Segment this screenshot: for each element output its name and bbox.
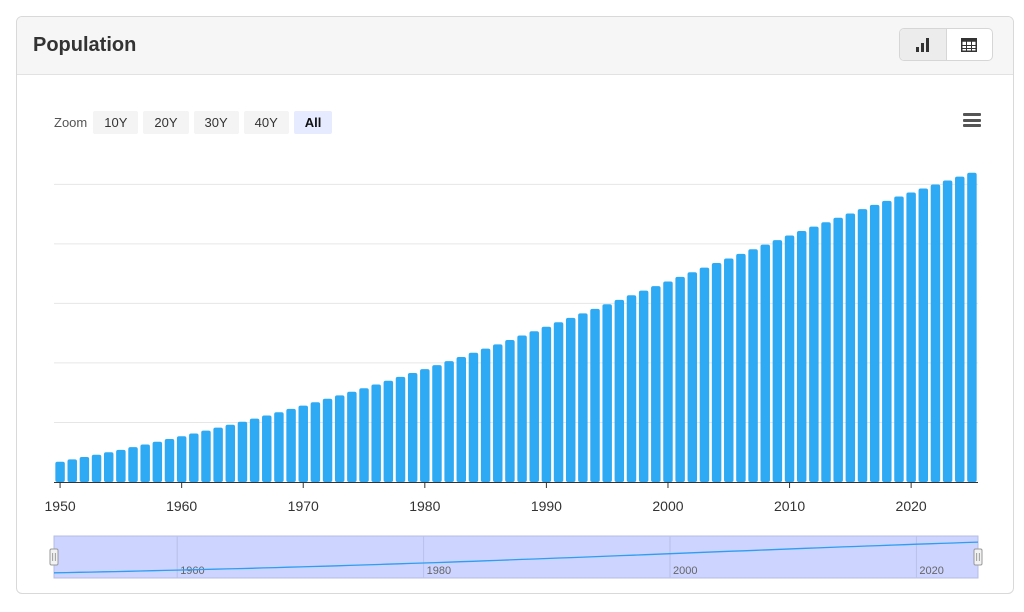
bar-1955[interactable] <box>116 449 126 482</box>
bar-2022[interactable] <box>930 184 941 482</box>
bar-1950[interactable] <box>55 461 65 482</box>
bar-1976[interactable] <box>371 384 381 482</box>
bar-1968[interactable] <box>274 412 284 482</box>
x-tick-label: 1970 <box>288 498 319 514</box>
bar-2015[interactable] <box>845 213 856 483</box>
navigator-tick-label: 2000 <box>673 565 697 577</box>
bar-1966[interactable] <box>249 418 260 482</box>
bar-1997[interactable] <box>626 295 637 482</box>
bar-1975[interactable] <box>359 388 369 482</box>
bar-2002[interactable] <box>687 272 698 482</box>
x-tick-label: 2020 <box>896 498 927 514</box>
bar-1984[interactable] <box>468 352 479 482</box>
bar-1995[interactable] <box>602 304 612 482</box>
bar-2024[interactable] <box>955 176 965 482</box>
bar-2011[interactable] <box>796 231 807 482</box>
bar-2007[interactable] <box>748 249 758 482</box>
bar-2010[interactable] <box>784 235 795 482</box>
bar-1972[interactable] <box>322 398 333 482</box>
bar-1999[interactable] <box>651 286 661 482</box>
navigator-tick-label: 1980 <box>427 565 451 577</box>
x-axis: 1950 1960 1970 1980 1990 2000 2010 2020 <box>45 482 978 514</box>
bar-1969[interactable] <box>286 408 296 482</box>
bar-chart: 1950 1960 1970 1980 1990 2000 2010 2020 1960 198… <box>45 172 983 579</box>
bar-2018[interactable] <box>882 200 892 482</box>
bar-1973[interactable] <box>334 395 345 482</box>
x-tick-label: 1960 <box>166 498 197 514</box>
bar-1965[interactable] <box>237 421 248 482</box>
bar-2008[interactable] <box>760 244 770 482</box>
bar-1977[interactable] <box>383 380 394 482</box>
bar-1959[interactable] <box>164 438 175 482</box>
bar-1981[interactable] <box>432 365 442 482</box>
navigator-tick-label: 2020 <box>919 565 943 577</box>
bar-1985[interactable] <box>480 348 491 482</box>
bar-1961[interactable] <box>189 433 199 482</box>
bar-1982[interactable] <box>444 361 454 482</box>
bar-2006[interactable] <box>736 253 746 482</box>
bar-2013[interactable] <box>821 222 831 482</box>
bar-1998[interactable] <box>638 290 649 482</box>
bar-1989[interactable] <box>529 331 539 482</box>
bar-2001[interactable] <box>675 276 685 482</box>
bar-1971[interactable] <box>310 402 321 482</box>
bar-1954[interactable] <box>103 452 114 482</box>
bar-2005[interactable] <box>724 258 734 482</box>
bar-2004[interactable] <box>711 263 722 482</box>
bar-2016[interactable] <box>857 209 868 482</box>
navigator-right-handle[interactable] <box>973 548 983 566</box>
x-tick-label: 1980 <box>409 498 440 514</box>
bar-1986[interactable] <box>493 344 503 482</box>
bar-1958[interactable] <box>152 441 163 482</box>
bar-1988[interactable] <box>517 335 527 482</box>
bar-1957[interactable] <box>140 444 150 482</box>
bar-2003[interactable] <box>699 267 710 482</box>
chart-card: Population Zoom 10Y 20Y 30Y 40Y All 1950… <box>16 16 1014 594</box>
bar-1978[interactable] <box>395 376 406 482</box>
x-tick-label: 1950 <box>45 498 76 514</box>
bar-1964[interactable] <box>225 424 236 482</box>
bar-1970[interactable] <box>298 405 308 482</box>
bar-1951[interactable] <box>67 459 77 482</box>
bar-2025[interactable] <box>967 172 977 482</box>
bar-1967[interactable] <box>262 415 272 482</box>
bar-1980[interactable] <box>420 369 430 482</box>
navigator[interactable]: 1960 1980 2000 2020 <box>49 535 983 579</box>
bar-2017[interactable] <box>869 204 880 482</box>
bar-1994[interactable] <box>590 308 600 482</box>
bar-2000[interactable] <box>663 281 673 482</box>
bar-1953[interactable] <box>91 454 102 482</box>
bar-2021[interactable] <box>918 188 929 483</box>
bar-1983[interactable] <box>456 356 467 482</box>
bar-1952[interactable] <box>79 457 90 482</box>
bar-2014[interactable] <box>833 217 843 482</box>
bar-1963[interactable] <box>213 427 223 482</box>
bar-1996[interactable] <box>614 299 625 482</box>
bar-1987[interactable] <box>505 340 515 482</box>
bar-2020[interactable] <box>906 192 916 482</box>
bar-1956[interactable] <box>128 447 138 482</box>
x-tick-label: 2000 <box>652 498 683 514</box>
bar-1990[interactable] <box>541 326 552 482</box>
bar-2019[interactable] <box>894 196 904 482</box>
bar-1991[interactable] <box>553 322 564 482</box>
bar-1993[interactable] <box>578 313 588 482</box>
navigator-left-handle[interactable] <box>49 548 59 566</box>
x-tick-label: 1990 <box>531 498 562 514</box>
bar-1962[interactable] <box>201 430 211 482</box>
bar-2012[interactable] <box>809 226 819 482</box>
bar-2023[interactable] <box>942 180 953 482</box>
bar-1960[interactable] <box>176 436 187 482</box>
bar-1974[interactable] <box>347 391 357 482</box>
navigator-tick-label: 1960 <box>180 565 204 577</box>
bar-series <box>55 172 977 483</box>
bar-1979[interactable] <box>407 373 418 482</box>
bar-2009[interactable] <box>772 240 783 482</box>
x-tick-label: 2010 <box>774 498 805 514</box>
bar-1992[interactable] <box>565 317 576 482</box>
